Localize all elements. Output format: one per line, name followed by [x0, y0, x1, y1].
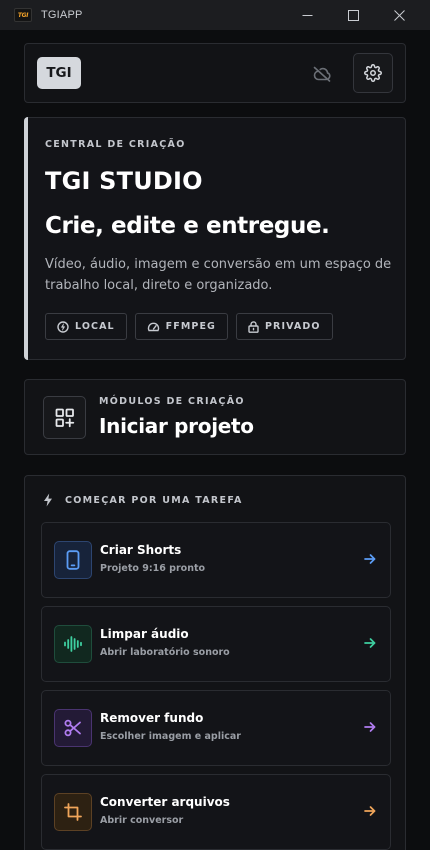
task-remover-fundo[interactable]: Remover fundo Escolher imagem e aplicar	[41, 690, 391, 766]
task-title: Converter arquivos	[100, 795, 230, 809]
tag-local: LOCAL	[45, 313, 127, 340]
tasks-header: COMEÇAR POR UMA TAREFA	[43, 493, 243, 507]
settings-button[interactable]	[353, 53, 393, 93]
app-logo: TGI	[14, 8, 32, 22]
lock-icon	[248, 320, 259, 333]
tag-label: LOCAL	[75, 321, 115, 332]
modules-eyebrow: MÓDULOS DE CRIAÇÃO	[99, 396, 245, 407]
gear-icon	[364, 64, 382, 82]
hero-headline: Crie, edite e entregue.	[45, 213, 330, 239]
task-title: Remover fundo	[100, 711, 204, 725]
task-converter-arquivos[interactable]: Converter arquivos Abrir conversor	[41, 774, 391, 850]
close-icon	[393, 9, 405, 21]
task-subtitle: Abrir conversor	[100, 815, 184, 826]
start-project-title: Iniciar projeto	[99, 414, 254, 438]
task-icon-box	[54, 625, 92, 663]
cloud-off-icon	[313, 66, 331, 82]
maximize-button[interactable]	[330, 0, 376, 30]
bolt-icon	[44, 493, 52, 507]
task-icon-box	[54, 541, 92, 579]
task-title: Limpar áudio	[100, 627, 189, 641]
window-titlebar: TGI TGIAPP	[0, 0, 430, 30]
task-limpar-audio[interactable]: Limpar áudio Abrir laboratório sonoro	[41, 606, 391, 682]
hero-card: CENTRAL DE CRIAÇÃO TGI STUDIO Crie, edit…	[24, 117, 406, 360]
feature-tags: LOCAL FFMPEG PRIVADO	[45, 313, 333, 340]
maximize-icon	[347, 9, 359, 21]
task-icon-box	[54, 793, 92, 831]
power-icon	[57, 320, 69, 333]
arrow-right-icon	[364, 805, 376, 817]
arrow-right-icon	[364, 637, 376, 649]
tag-label: FFMPEG	[165, 321, 216, 332]
task-subtitle: Escolher imagem e aplicar	[100, 731, 241, 742]
hero-accent-bar	[24, 117, 28, 360]
arrow-right-icon	[364, 721, 376, 733]
phone-icon	[66, 550, 80, 570]
hero-description: Vídeo, áudio, imagem e conversão em um e…	[45, 257, 392, 293]
minimize-icon	[302, 14, 312, 16]
task-title: Criar Shorts	[100, 543, 182, 557]
grid-plus-icon	[55, 408, 74, 427]
top-bar: TGI	[24, 43, 406, 103]
window-title: TGIAPP	[41, 9, 83, 21]
tag-ffmpeg: FFMPEG	[134, 313, 228, 340]
gauge-icon	[147, 322, 159, 331]
modules-card[interactable]: MÓDULOS DE CRIAÇÃO Iniciar projeto	[24, 379, 406, 455]
scissors-icon	[64, 719, 81, 737]
tasks-heading: COMEÇAR POR UMA TAREFA	[65, 494, 243, 506]
cloud-status-button[interactable]	[308, 62, 336, 86]
tag-label: PRIVADO	[264, 321, 321, 332]
task-criar-shorts[interactable]: Criar Shorts Projeto 9:16 pronto	[41, 522, 391, 598]
tag-privado: PRIVADO	[235, 313, 333, 340]
task-icon-box	[54, 709, 92, 747]
close-button[interactable]	[376, 0, 422, 30]
hero-eyebrow: CENTRAL DE CRIAÇÃO	[45, 139, 186, 150]
hero-title: TGI STUDIO	[45, 167, 203, 195]
tasks-card: COMEÇAR POR UMA TAREFA Criar Shorts Proj…	[24, 475, 406, 850]
waveform-icon	[64, 636, 82, 652]
arrow-right-icon	[364, 553, 376, 565]
task-subtitle: Abrir laboratório sonoro	[100, 647, 230, 658]
task-subtitle: Projeto 9:16 pronto	[100, 563, 206, 574]
crop-icon	[64, 803, 82, 821]
modules-icon-box	[43, 396, 86, 439]
tgi-home-badge[interactable]: TGI	[37, 57, 81, 89]
minimize-button[interactable]	[284, 0, 330, 30]
